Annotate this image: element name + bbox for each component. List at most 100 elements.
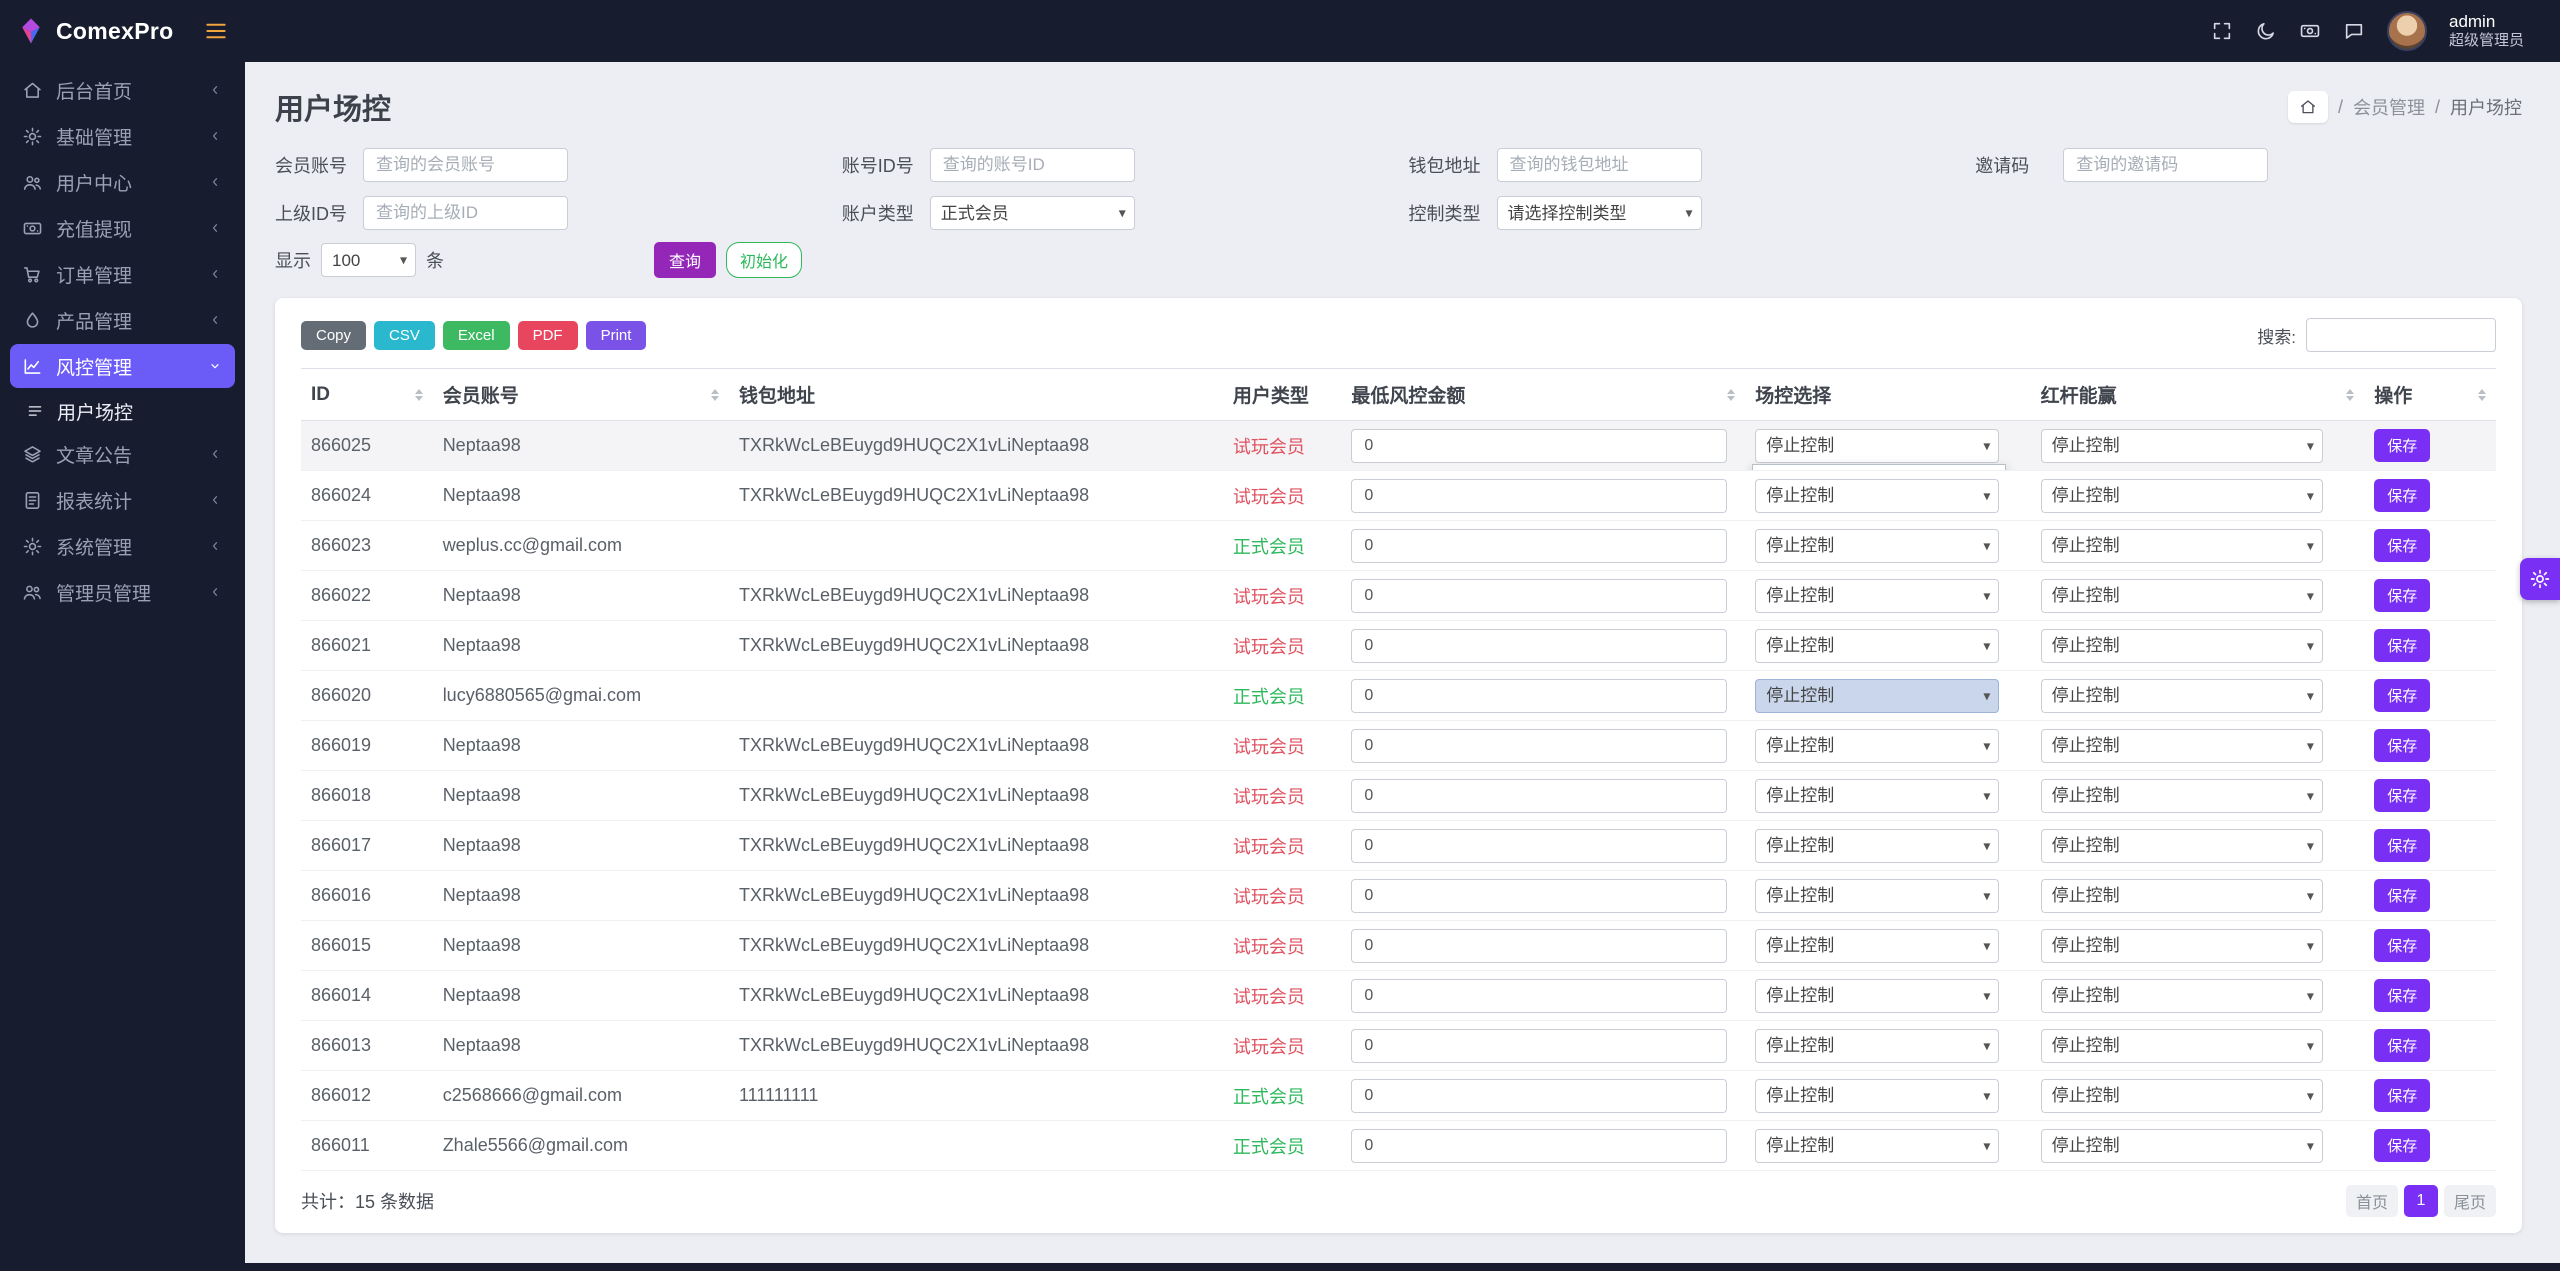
table-search-input[interactable] — [2306, 318, 2496, 352]
column-header[interactable]: 钱包地址 — [729, 368, 1223, 421]
sidebar-item-2[interactable]: 用户中心 — [10, 160, 235, 204]
chat-icon[interactable] — [2343, 20, 2365, 42]
control-select[interactable]: 停止控制 — [1755, 928, 2000, 963]
export-csv-button[interactable]: CSV — [374, 320, 435, 350]
min-risk-amount-input[interactable] — [1351, 778, 1728, 813]
min-risk-amount-input[interactable] — [1351, 878, 1728, 913]
control-select[interactable]: 停止控制 — [1755, 728, 2000, 763]
control-select[interactable]: 停止控制 — [1755, 478, 2000, 513]
column-header[interactable]: ID — [301, 368, 433, 421]
sidebar-item-4[interactable]: 订单管理 — [10, 252, 235, 296]
cash-icon[interactable] — [2299, 20, 2321, 42]
settings-gear-button[interactable] — [2520, 558, 2560, 600]
save-button[interactable]: 保存 — [2374, 729, 2431, 762]
column-header[interactable]: 操作 — [2364, 368, 2496, 421]
min-risk-amount-input[interactable] — [1351, 678, 1728, 713]
column-header[interactable]: 最低风控金额 — [1341, 368, 1746, 421]
admin-info[interactable]: admin 超级管理员 — [2449, 11, 2524, 51]
min-risk-amount-input[interactable] — [1351, 428, 1728, 463]
control-select[interactable]: 停止控制 — [1755, 678, 2000, 713]
control-type-select[interactable]: 请选择控制类型 — [1496, 196, 1702, 230]
save-button[interactable]: 保存 — [2374, 1129, 2431, 1162]
control-select[interactable]: 停止控制 — [1755, 1078, 2000, 1113]
export-pdf-button[interactable]: PDF — [517, 320, 578, 350]
min-risk-amount-input[interactable] — [1351, 828, 1728, 863]
column-header[interactable]: 会员账号 — [432, 368, 729, 421]
column-header[interactable]: 红杆能赢 — [2030, 368, 2365, 421]
win-select[interactable]: 停止控制 — [2040, 1078, 2323, 1113]
avatar[interactable] — [2386, 11, 2427, 51]
control-select[interactable]: 停止控制 — [1755, 978, 2000, 1013]
win-select[interactable]: 停止控制 — [2040, 528, 2323, 563]
column-header[interactable]: 用户类型 — [1222, 368, 1342, 421]
min-risk-amount-input[interactable] — [1351, 578, 1728, 613]
export-copy-button[interactable]: Copy — [301, 320, 367, 350]
save-button[interactable]: 保存 — [2374, 779, 2431, 812]
save-button[interactable]: 保存 — [2374, 1029, 2431, 1062]
save-button[interactable]: 保存 — [2374, 429, 2431, 462]
min-risk-amount-input[interactable] — [1351, 928, 1728, 963]
min-risk-amount-input[interactable] — [1351, 1078, 1728, 1113]
save-button[interactable]: 保存 — [2374, 629, 2431, 662]
hamburger-menu-icon[interactable] — [203, 18, 229, 44]
account-id-input[interactable] — [929, 148, 1135, 182]
sidebar-item-5[interactable]: 产品管理 — [10, 298, 235, 342]
win-select[interactable]: 停止控制 — [2040, 628, 2323, 663]
control-select[interactable]: 停止控制 — [1755, 828, 2000, 863]
save-button[interactable]: 保存 — [2374, 479, 2431, 512]
min-risk-amount-input[interactable] — [1351, 728, 1728, 763]
wallet-address-input[interactable] — [1496, 148, 1702, 182]
min-risk-amount-input[interactable] — [1351, 628, 1728, 663]
min-risk-amount-input[interactable] — [1351, 1028, 1728, 1063]
sidebar-item-1[interactable]: 基础管理 — [10, 114, 235, 158]
win-select[interactable]: 停止控制 — [2040, 828, 2323, 863]
sidebar-subitem[interactable]: 用户场控 — [10, 390, 235, 432]
sidebar-item-6[interactable]: 风控管理 — [10, 344, 235, 388]
sidebar-item-9[interactable]: 系统管理 — [10, 524, 235, 568]
fullscreen-icon[interactable] — [2211, 20, 2233, 42]
sidebar-item-10[interactable]: 管理员管理 — [10, 570, 235, 614]
pagination-page-1[interactable]: 1 — [2403, 1185, 2438, 1217]
win-select[interactable]: 停止控制 — [2040, 778, 2323, 813]
save-button[interactable]: 保存 — [2374, 579, 2431, 612]
control-select[interactable]: 停止控制 — [1755, 778, 2000, 813]
min-risk-amount-input[interactable] — [1351, 978, 1728, 1013]
breadcrumb-item[interactable]: 会员管理 — [2353, 94, 2425, 120]
page-size-select[interactable]: 100 — [321, 243, 416, 277]
pagination-first[interactable]: 首页 — [2345, 1185, 2398, 1217]
query-button[interactable]: 查询 — [654, 242, 717, 278]
sidebar-item-8[interactable]: 报表统计 — [10, 478, 235, 522]
win-select[interactable]: 停止控制 — [2040, 578, 2323, 613]
column-header[interactable]: 场控选择 — [1745, 368, 2031, 421]
export-excel-button[interactable]: Excel — [442, 320, 510, 350]
win-select[interactable]: 停止控制 — [2040, 978, 2323, 1013]
control-select[interactable]: 停止控制 — [1755, 428, 2000, 463]
min-risk-amount-input[interactable] — [1351, 528, 1728, 563]
control-select[interactable]: 停止控制 — [1755, 1128, 2000, 1163]
min-risk-amount-input[interactable] — [1351, 478, 1728, 513]
save-button[interactable]: 保存 — [2374, 929, 2431, 962]
control-select[interactable]: 停止控制 — [1755, 528, 2000, 563]
win-select[interactable]: 停止控制 — [2040, 1028, 2323, 1063]
control-select[interactable]: 停止控制 — [1755, 578, 2000, 613]
save-button[interactable]: 保存 — [2374, 1079, 2431, 1112]
save-button[interactable]: 保存 — [2374, 679, 2431, 712]
control-select[interactable]: 停止控制 — [1755, 628, 2000, 663]
reset-button[interactable]: 初始化 — [726, 242, 803, 278]
parent-id-input[interactable] — [363, 196, 568, 230]
save-button[interactable]: 保存 — [2374, 829, 2431, 862]
pagination-last[interactable]: 尾页 — [2443, 1185, 2496, 1217]
sidebar-item-7[interactable]: 文章公告 — [10, 432, 235, 476]
dark-mode-moon-icon[interactable] — [2255, 20, 2277, 42]
win-select[interactable]: 停止控制 — [2040, 478, 2323, 513]
home-icon[interactable] — [2287, 91, 2328, 123]
save-button[interactable]: 保存 — [2374, 529, 2431, 562]
invite-code-input[interactable] — [2063, 148, 2269, 182]
control-select[interactable]: 停止控制 — [1755, 878, 2000, 913]
min-risk-amount-input[interactable] — [1351, 1128, 1728, 1163]
save-button[interactable]: 保存 — [2374, 879, 2431, 912]
win-select[interactable]: 停止控制 — [2040, 1128, 2323, 1163]
export-print-button[interactable]: Print — [585, 320, 647, 350]
sidebar-item-0[interactable]: 后台首页 — [10, 68, 235, 112]
win-select[interactable]: 停止控制 — [2040, 678, 2323, 713]
